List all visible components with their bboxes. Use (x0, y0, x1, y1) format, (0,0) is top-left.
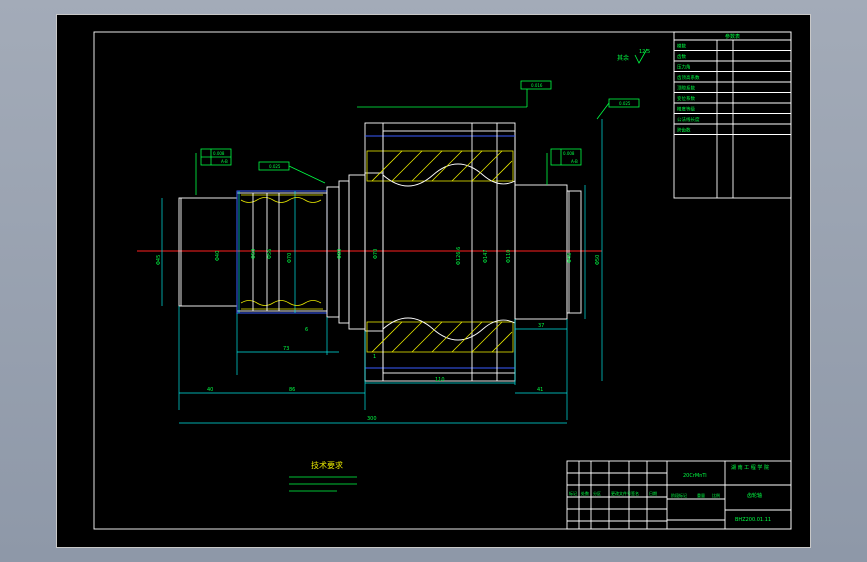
material-text: 20CrMnTi (683, 473, 707, 479)
dim-len-left: 40 (207, 387, 213, 393)
svg-text:分区: 分区 (593, 490, 601, 496)
cad-application: 40 86 110 41 300 73 37 6 1 Φ45 Φ40 Φ50 Φ… (0, 0, 867, 562)
dim-small-1: 1 (373, 354, 376, 360)
engineering-drawing: 40 86 110 41 300 73 37 6 1 Φ45 Φ40 Φ50 Φ… (93, 31, 792, 530)
dim-d-spline: Φ40 (215, 251, 221, 261)
svg-text:A-B: A-B (221, 159, 228, 164)
svg-text:签名: 签名 (631, 490, 639, 496)
drawing-viewport[interactable]: 40 86 110 41 300 73 37 6 1 Φ45 Φ40 Φ50 Φ… (56, 14, 811, 548)
dim-d-right-shaft: Φ45 (567, 253, 573, 263)
dim-len-spline: 73 (283, 346, 289, 352)
gear-table-row-label: 跨齿数 (677, 127, 691, 134)
dim-d-gear-ref: Φ147 (483, 250, 489, 263)
gear-table-row-label: 模数 (677, 43, 686, 50)
dim-len-right-step: 37 (538, 323, 544, 329)
svg-text:技术要求: 技术要求 (311, 460, 343, 470)
right-shaft (514, 184, 582, 320)
svg-text:更改文件号: 更改文件号 (611, 490, 631, 496)
gear-body (364, 122, 516, 382)
gear-table-rows: 模数齿数压力角齿顶高系数顶隙系数变位系数精度等级公法线长度跨齿数 (674, 43, 791, 135)
svg-text:标记: 标记 (569, 490, 577, 496)
svg-text:0.025: 0.025 (269, 164, 281, 169)
svg-text:比例: 比例 (712, 492, 720, 498)
part-name-text: 齿轮轴 (747, 492, 762, 499)
svg-text:12.5: 12.5 (639, 49, 650, 55)
dim-d-collar: Φ70 (287, 253, 293, 263)
dim-d-gear-right: Φ110 (506, 250, 512, 263)
gear-table-row-label: 变位系数 (677, 95, 695, 102)
technical-requirements: 技术要求 (289, 460, 357, 492)
svg-text:参数表: 参数表 (725, 33, 740, 40)
drawing-no-text: BHZ200.01.11 (735, 517, 771, 523)
dim-d-collar2: Φ70 (373, 249, 379, 259)
left-shaft (178, 197, 238, 307)
gear-parameter-table: 参数表 (673, 31, 792, 199)
gear-table-row-label: 公法线长度 (677, 116, 700, 123)
gear-table-row-label: 齿数 (677, 53, 686, 60)
dim-len-right: 41 (537, 387, 543, 393)
dim-d-right-shaft2: Φ50 (595, 255, 601, 265)
dimension-texts: 40 86 110 41 300 73 37 6 1 Φ45 Φ40 Φ50 Φ… (156, 247, 601, 422)
svg-text:阶段标记: 阶段标记 (671, 492, 687, 498)
svg-text:其余: 其余 (617, 54, 629, 62)
company-text: 湖 南 工 程 学 院 (731, 464, 769, 471)
gear-table-row-label: 压力角 (677, 64, 691, 71)
dim-len-mid: 86 (289, 387, 295, 393)
dim-small-6: 6 (305, 327, 308, 333)
dim-d-gear-root: Φ126.6 (456, 247, 462, 265)
title-block: 20CrMnTi 湖 南 工 程 学 院 齿轮轴 BHZ200.01.11 标记… (566, 460, 792, 530)
tolerance-frames: 0.008 A-B 0.025 0.016 0.025 0.008 A-B (195, 80, 640, 195)
dim-d-shaft2: Φ50 (251, 249, 257, 259)
svg-text:重量: 重量 (697, 492, 705, 498)
gear-table-row-label: 精度等级 (677, 106, 695, 113)
gear-table-row-label: 齿顶高系数 (677, 74, 700, 81)
svg-text:处数: 处数 (581, 490, 589, 496)
dim-len-total: 300 (367, 416, 377, 422)
svg-text:A-B: A-B (571, 159, 578, 164)
svg-text:0.016: 0.016 (531, 83, 543, 88)
dim-d-shaft3: Φ56 (267, 249, 273, 259)
dim-d-hub: Φ80 (337, 249, 343, 259)
svg-text:0.025: 0.025 (619, 101, 631, 106)
gear-table-row-label: 顶隙系数 (677, 85, 695, 92)
svg-text:0.008: 0.008 (213, 151, 225, 156)
svg-text:0.008: 0.008 (563, 151, 575, 156)
dim-len-gear: 110 (435, 377, 445, 383)
svg-text:日期: 日期 (649, 490, 657, 496)
roughness-symbol: 其余 12.5 (617, 48, 650, 64)
dim-d-left-shaft: Φ45 (156, 255, 162, 265)
